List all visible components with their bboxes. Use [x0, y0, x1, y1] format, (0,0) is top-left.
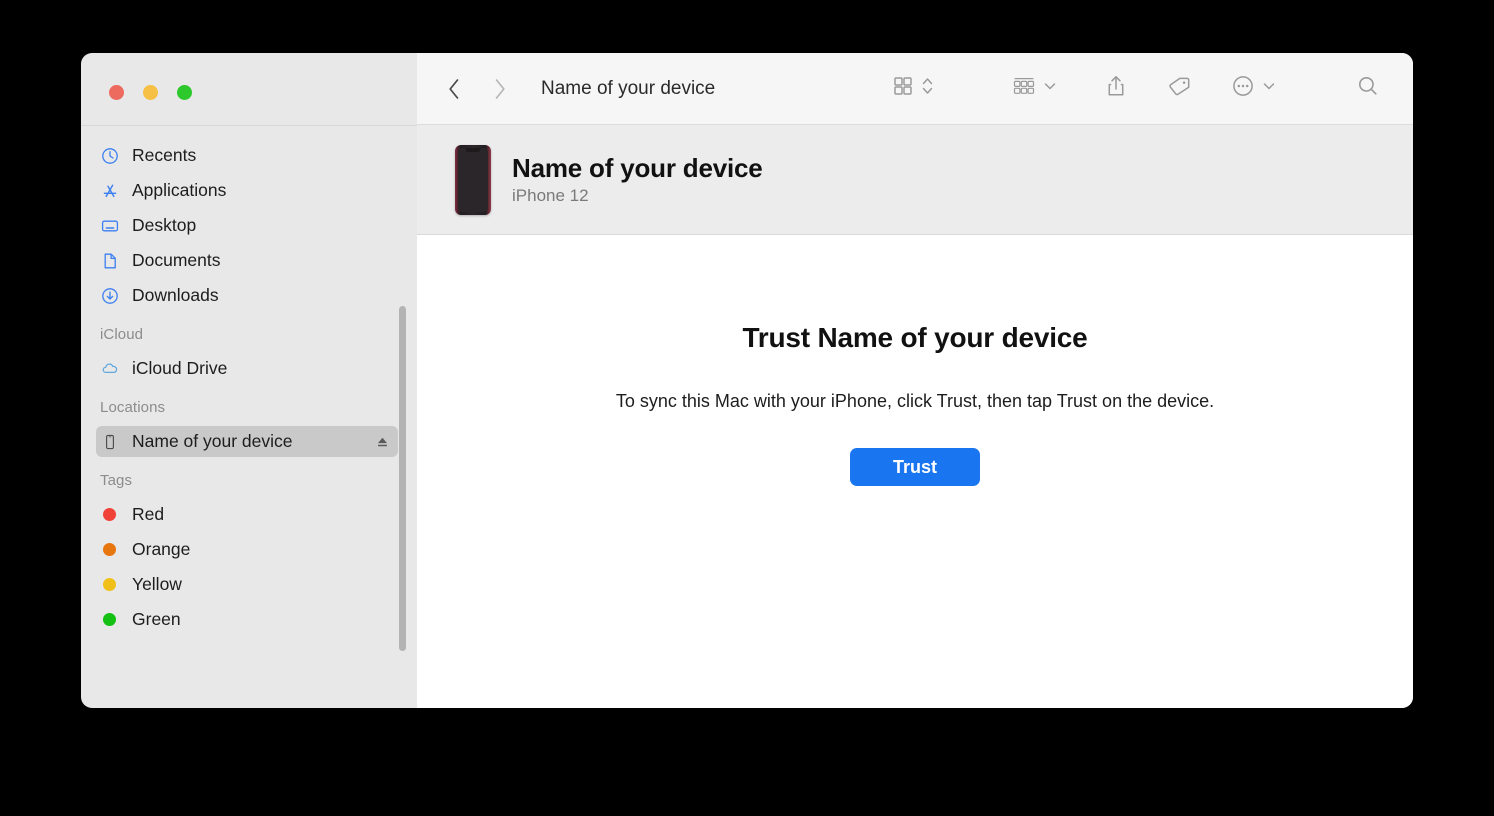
view-options-button[interactable] [887, 72, 939, 106]
sidebar-item-label: Name of your device [132, 431, 293, 451]
sidebar-group-icloud: iCloud [100, 326, 144, 343]
sidebar-item-tag-green[interactable]: Green [96, 604, 398, 635]
device-name: Name of your device [512, 153, 763, 183]
share-icon [1105, 74, 1127, 103]
search-icon [1356, 74, 1380, 103]
navigation-buttons [443, 75, 511, 103]
tag-icon [1167, 75, 1191, 102]
tag-dot-red-icon [100, 505, 119, 524]
document-icon [100, 251, 119, 270]
finder-window: Recents Applications Desktop Documents D… [81, 53, 1413, 708]
sidebar-group-locations: Locations [100, 399, 166, 416]
tag-dot-green-icon [100, 610, 119, 629]
group-by-button[interactable] [1007, 72, 1062, 106]
sidebar-item-label: Orange [132, 539, 191, 559]
trust-heading: Trust Name of your device [742, 322, 1088, 353]
iphone-notch [465, 147, 481, 152]
ellipsis-circle-icon [1231, 74, 1255, 103]
page-title: Name of your device [541, 77, 716, 99]
sidebar-item-downloads[interactable]: Downloads [96, 280, 398, 311]
sidebar-item-desktop[interactable]: Desktop [96, 210, 398, 241]
content-pane: Name of your device Name of your device … [417, 53, 1413, 708]
trust-prompt: Trust Name of your device To sync this M… [417, 235, 1413, 708]
sidebar-item-documents[interactable]: Documents [96, 245, 398, 276]
toolbar-actions [817, 72, 1385, 106]
trust-button[interactable]: Trust [850, 448, 980, 486]
toolbar: Name of your device [417, 53, 1413, 125]
share-button[interactable] [1100, 72, 1132, 106]
close-button[interactable] [109, 85, 124, 100]
minimize-button[interactable] [143, 85, 158, 100]
sidebar-scrollbar[interactable] [399, 306, 406, 676]
applications-icon [100, 181, 119, 200]
sidebar-item-label: Desktop [132, 215, 197, 235]
sidebar-item-label: Yellow [132, 574, 182, 594]
cloud-icon [100, 359, 119, 378]
zoom-button[interactable] [177, 85, 192, 100]
tag-dot-yellow-icon [100, 575, 119, 594]
sidebar-item-label: Applications [132, 180, 227, 200]
sidebar-item-label: iCloud Drive [132, 358, 228, 378]
sidebar-scrollbar-thumb[interactable] [399, 306, 406, 651]
iphone-icon [100, 432, 119, 451]
download-icon [100, 286, 119, 305]
desktop-icon [100, 216, 119, 235]
eject-icon[interactable] [375, 434, 390, 449]
device-header: Name of your device iPhone 12 [417, 125, 1413, 235]
clock-icon [100, 146, 119, 165]
sidebar-item-tag-red[interactable]: Red [96, 499, 398, 530]
iphone-thumbnail-screen [458, 147, 488, 212]
sidebar-scroll-area: Recents Applications Desktop Documents D… [81, 126, 417, 708]
sidebar-item-label: Recents [132, 145, 197, 165]
group-by-icon [1012, 75, 1036, 102]
sidebar-item-tag-yellow[interactable]: Yellow [96, 569, 398, 600]
sidebar-group-tags: Tags [100, 472, 133, 489]
iphone-thumbnail [455, 144, 491, 215]
sidebar-item-label: Red [132, 504, 165, 524]
sidebar: Recents Applications Desktop Documents D… [81, 53, 417, 708]
chevron-up-down-icon [921, 74, 934, 103]
trust-description: To sync this Mac with your iPhone, click… [615, 391, 1215, 411]
sidebar-item-tag-orange[interactable]: Orange [96, 534, 398, 565]
sidebar-item-label: Green [132, 609, 181, 629]
chevron-down-icon [1262, 79, 1276, 98]
device-model: iPhone 12 [512, 186, 589, 205]
sidebar-item-label: Downloads [132, 285, 219, 305]
sidebar-item-device[interactable]: Name of your device [96, 426, 398, 457]
more-actions-button[interactable] [1226, 72, 1281, 106]
tag-button[interactable] [1162, 72, 1196, 106]
window-controls [109, 85, 192, 100]
tag-dot-orange-icon [100, 540, 119, 559]
forward-button[interactable] [489, 75, 511, 103]
grid-view-icon [892, 75, 914, 102]
sidebar-item-label: Documents [132, 250, 221, 270]
sidebar-item-applications[interactable]: Applications [96, 175, 398, 206]
sidebar-item-recents[interactable]: Recents [96, 140, 398, 171]
sidebar-item-icloud-drive[interactable]: iCloud Drive [96, 353, 398, 384]
back-button[interactable] [443, 75, 465, 103]
search-button[interactable] [1351, 72, 1385, 106]
device-meta: Name of your device iPhone 12 [512, 153, 763, 206]
chevron-down-icon [1043, 79, 1057, 98]
